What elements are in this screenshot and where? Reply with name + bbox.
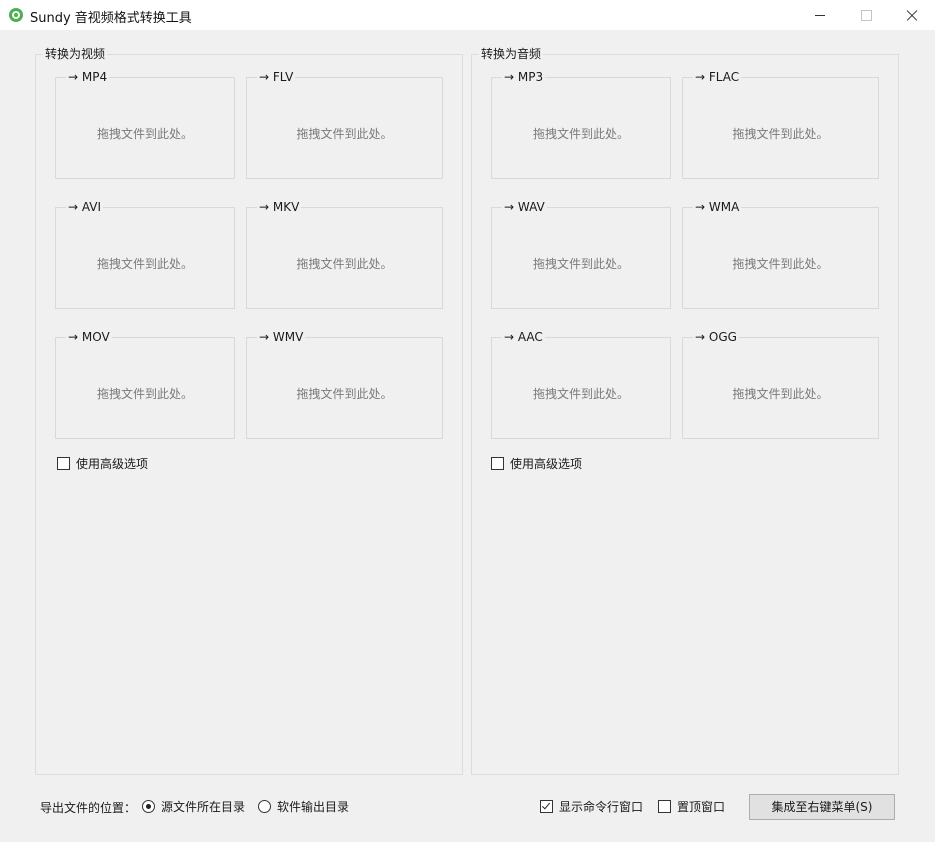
drop-target-aac[interactable]: → AAC 拖拽文件到此处。: [491, 330, 671, 439]
drop-hint: 拖拽文件到此处。: [532, 257, 629, 271]
audio-advanced-checkbox[interactable]: [491, 457, 504, 470]
close-icon[interactable]: [889, 0, 935, 30]
radio-source-dir-button[interactable]: [142, 800, 155, 813]
drop-target-label: → MP3: [502, 70, 546, 85]
radio-source-dir[interactable]: 源文件所在目录: [142, 798, 245, 815]
drop-hint: 拖拽文件到此处。: [732, 387, 829, 401]
pin-top-label: 置顶窗口: [677, 800, 726, 814]
show-cmd-option[interactable]: 显示命令行窗口: [540, 798, 643, 815]
minimize-icon[interactable]: [797, 0, 843, 30]
video-advanced-option[interactable]: 使用高级选项: [57, 455, 148, 472]
maximize-icon[interactable]: [843, 0, 889, 30]
drop-target-mov[interactable]: → MOV 拖拽文件到此处。: [55, 330, 235, 439]
title-bar: Sundy 音视频格式转换工具: [0, 0, 935, 30]
audio-advanced-option[interactable]: 使用高级选项: [491, 455, 582, 472]
show-cmd-checkbox[interactable]: [540, 800, 553, 813]
drop-target-label: → MKV: [257, 200, 302, 215]
drop-target-mkv[interactable]: → MKV 拖拽文件到此处。: [246, 200, 443, 309]
drop-hint: 拖拽文件到此处。: [532, 387, 629, 401]
output-location-label: 导出文件的位置：: [40, 801, 137, 815]
drop-target-label: → WAV: [502, 200, 547, 215]
drop-target-wmv[interactable]: → WMV 拖拽文件到此处。: [246, 330, 443, 439]
drop-hint: 拖拽文件到此处。: [532, 127, 629, 141]
show-cmd-label: 显示命令行窗口: [559, 800, 644, 814]
drop-target-label: → FLAC: [693, 70, 742, 85]
drop-target-mp3[interactable]: → MP3 拖拽文件到此处。: [491, 70, 671, 179]
drop-target-ogg[interactable]: → OGG 拖拽文件到此处。: [682, 330, 879, 439]
drop-hint: 拖拽文件到此处。: [296, 387, 393, 401]
drop-target-label: → MP4: [66, 70, 110, 85]
drop-target-mp4[interactable]: → MP4 拖拽文件到此处。: [55, 70, 235, 179]
drop-target-label: → AVI: [66, 200, 104, 215]
radio-software-dir-label: 软件输出目录: [277, 800, 350, 814]
drop-hint: 拖拽文件到此处。: [96, 127, 193, 141]
pin-top-option[interactable]: 置顶窗口: [658, 798, 725, 815]
drop-hint: 拖拽文件到此处。: [96, 257, 193, 271]
drop-target-wma[interactable]: → WMA 拖拽文件到此处。: [682, 200, 879, 309]
drop-target-label: → FLV: [257, 70, 296, 85]
window-title: Sundy 音视频格式转换工具: [30, 11, 192, 26]
drop-target-avi[interactable]: → AVI 拖拽文件到此处。: [55, 200, 235, 309]
video-group-title: 转换为视频: [43, 47, 108, 62]
drop-target-label: → AAC: [502, 330, 545, 345]
drop-target-wav[interactable]: → WAV 拖拽文件到此处。: [491, 200, 671, 309]
app-logo-icon: [9, 8, 23, 22]
audio-group-title: 转换为音频: [479, 47, 544, 62]
video-advanced-checkbox[interactable]: [57, 457, 70, 470]
integrate-context-menu-button[interactable]: 集成至右键菜单(S): [749, 794, 895, 820]
drop-target-label: → WMA: [693, 200, 742, 215]
drop-hint: 拖拽文件到此处。: [296, 127, 393, 141]
drop-hint: 拖拽文件到此处。: [732, 257, 829, 271]
audio-advanced-label: 使用高级选项: [510, 457, 583, 471]
drop-hint: 拖拽文件到此处。: [96, 387, 193, 401]
radio-software-dir[interactable]: 软件输出目录: [258, 798, 349, 815]
drop-target-label: → OGG: [693, 330, 739, 345]
drop-target-label: → WMV: [257, 330, 306, 345]
drop-target-flac[interactable]: → FLAC 拖拽文件到此处。: [682, 70, 879, 179]
drop-hint: 拖拽文件到此处。: [296, 257, 393, 271]
radio-source-dir-label: 源文件所在目录: [161, 800, 246, 814]
drop-hint: 拖拽文件到此处。: [732, 127, 829, 141]
pin-top-checkbox[interactable]: [658, 800, 671, 813]
drop-target-flv[interactable]: → FLV 拖拽文件到此处。: [246, 70, 443, 179]
drop-target-label: → MOV: [66, 330, 112, 345]
radio-software-dir-button[interactable]: [258, 800, 271, 813]
video-advanced-label: 使用高级选项: [76, 457, 149, 471]
